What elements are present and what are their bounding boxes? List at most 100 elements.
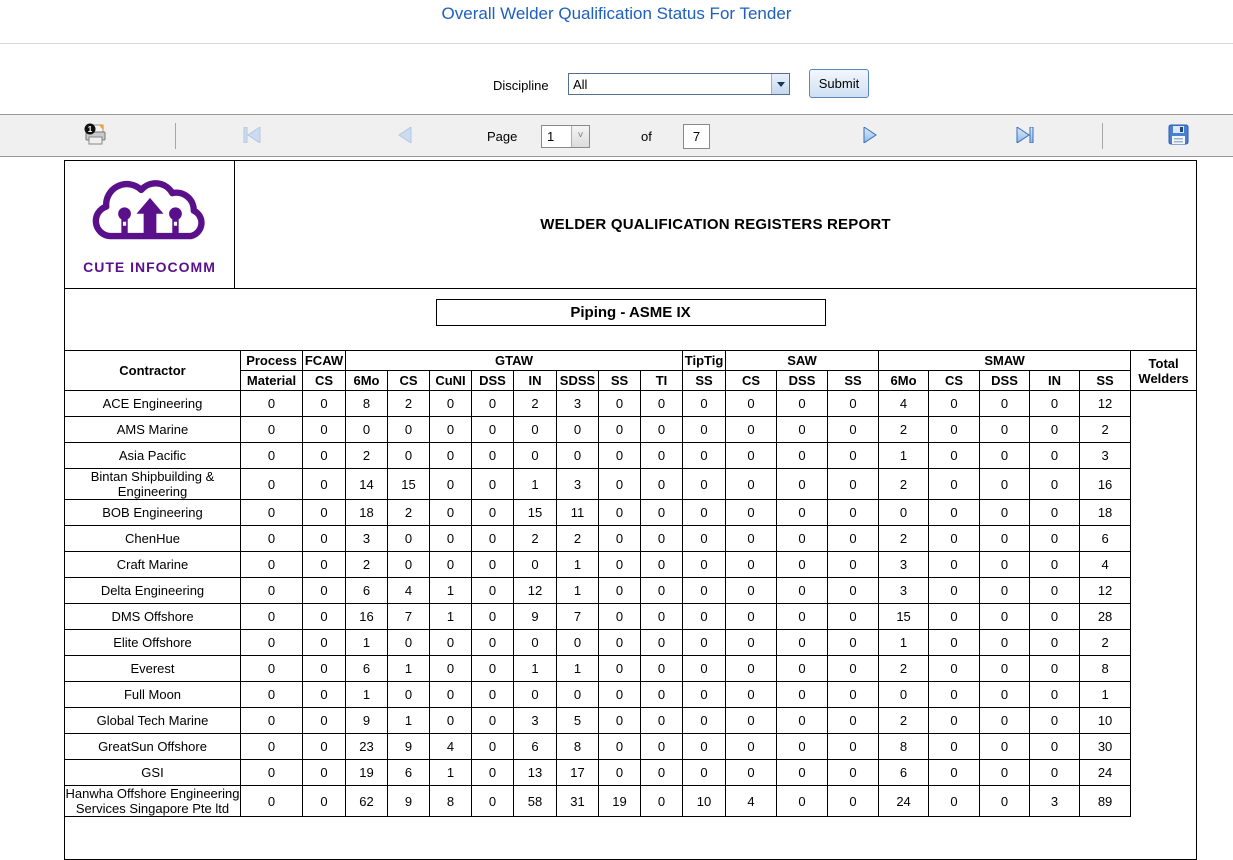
count-cell: 0 [303, 526, 346, 552]
count-cell: 0 [929, 786, 980, 817]
table-row: ChenHue0030002200000020006 [65, 526, 1197, 552]
previous-page-button[interactable] [397, 127, 413, 146]
count-cell: 0 [726, 552, 777, 578]
submit-button[interactable]: Submit [809, 69, 869, 98]
count-cell: 0 [1030, 760, 1080, 786]
print-button[interactable]: 1 [82, 122, 108, 151]
discipline-select[interactable]: All [568, 73, 790, 95]
count-cell: 0 [980, 760, 1030, 786]
first-page-button[interactable] [243, 127, 261, 146]
count-cell: 0 [726, 630, 777, 656]
count-cell: 0 [641, 708, 683, 734]
count-cell: 0 [641, 500, 683, 526]
count-cell: 0 [241, 630, 303, 656]
count-cell: 0 [641, 734, 683, 760]
count-cell: 0 [557, 630, 599, 656]
total-cell: 6 [1080, 526, 1131, 552]
count-cell: 0 [828, 417, 879, 443]
count-cell: 8 [430, 786, 472, 817]
count-cell: 0 [472, 443, 514, 469]
count-cell: 1 [430, 604, 472, 630]
count-cell: 0 [683, 552, 726, 578]
count-cell: 0 [641, 417, 683, 443]
count-cell: 0 [241, 391, 303, 417]
total-cell: 1 [1080, 682, 1131, 708]
count-cell: 0 [303, 604, 346, 630]
total-cell: 18 [1080, 500, 1131, 526]
count-cell: 0 [980, 656, 1030, 682]
count-cell: 12 [514, 578, 557, 604]
count-cell: 15 [879, 604, 929, 630]
page-select[interactable]: 1 ˅ [541, 125, 590, 148]
count-cell: 0 [346, 417, 388, 443]
discipline-dropdown-button[interactable] [771, 74, 789, 94]
count-cell: 0 [879, 500, 929, 526]
contractor-cell: Asia Pacific [65, 443, 241, 469]
count-cell: 0 [980, 682, 1030, 708]
material-subheader: CS [303, 371, 346, 391]
count-cell: 0 [828, 630, 879, 656]
count-cell: 0 [303, 630, 346, 656]
count-cell: 0 [241, 656, 303, 682]
total-cell: 89 [1080, 786, 1131, 817]
page-select-dropdown-button[interactable]: ˅ [571, 126, 589, 147]
material-subheader: DSS [777, 371, 828, 391]
count-cell: 0 [641, 578, 683, 604]
table-row: Asia Pacific0020000000000010003 [65, 443, 1197, 469]
total-cell: 4 [1080, 552, 1131, 578]
material-subheader: DSS [472, 371, 514, 391]
total-cell: 8 [1080, 656, 1131, 682]
material-subheader: 6Mo [346, 371, 388, 391]
count-cell: 0 [777, 391, 828, 417]
count-cell: 0 [980, 500, 1030, 526]
count-cell: 0 [828, 708, 879, 734]
count-cell: 0 [683, 630, 726, 656]
count-cell: 0 [777, 604, 828, 630]
count-cell: 18 [346, 500, 388, 526]
count-cell: 0 [472, 578, 514, 604]
count-cell: 0 [472, 500, 514, 526]
count-cell: 0 [828, 604, 879, 630]
count-cell: 0 [641, 682, 683, 708]
table-row: Full Moon0010000000000000001 [65, 682, 1197, 708]
count-cell: 0 [241, 552, 303, 578]
count-cell: 0 [683, 469, 726, 500]
count-cell: 0 [777, 734, 828, 760]
count-cell: 0 [557, 682, 599, 708]
count-cell: 8 [346, 391, 388, 417]
count-cell: 0 [472, 604, 514, 630]
count-cell: 0 [1030, 552, 1080, 578]
table-row: Bintan Shipbuilding & Engineering0014150… [65, 469, 1197, 500]
count-cell: 0 [303, 708, 346, 734]
report-title: WELDER QUALIFICATION REGISTERS REPORT [540, 216, 890, 233]
total-cell: 12 [1080, 578, 1131, 604]
count-cell: 0 [1030, 417, 1080, 443]
count-cell: 0 [828, 760, 879, 786]
next-page-button[interactable] [862, 127, 878, 146]
contractor-header: Contractor [65, 351, 241, 391]
process-group-header: SAW [726, 351, 879, 371]
contractor-cell: Elite Offshore [65, 630, 241, 656]
count-cell: 0 [929, 552, 980, 578]
count-cell: 0 [777, 682, 828, 708]
count-cell: 0 [303, 443, 346, 469]
count-cell: 0 [828, 578, 879, 604]
toolbar-divider [1102, 123, 1103, 149]
count-cell: 0 [599, 526, 641, 552]
count-cell: 0 [241, 708, 303, 734]
last-page-button[interactable] [1016, 127, 1035, 146]
count-cell: 0 [683, 656, 726, 682]
save-export-button[interactable] [1168, 124, 1189, 148]
contractor-cell: Delta Engineering [65, 578, 241, 604]
count-cell: 0 [828, 443, 879, 469]
count-cell: 1 [879, 443, 929, 469]
count-cell: 0 [828, 500, 879, 526]
count-cell: 0 [641, 469, 683, 500]
count-cell: 0 [929, 734, 980, 760]
count-cell: 0 [599, 469, 641, 500]
count-cell: 0 [683, 526, 726, 552]
count-cell: 0 [828, 391, 879, 417]
count-cell: 0 [1030, 469, 1080, 500]
count-cell: 9 [388, 734, 430, 760]
count-cell: 0 [641, 443, 683, 469]
